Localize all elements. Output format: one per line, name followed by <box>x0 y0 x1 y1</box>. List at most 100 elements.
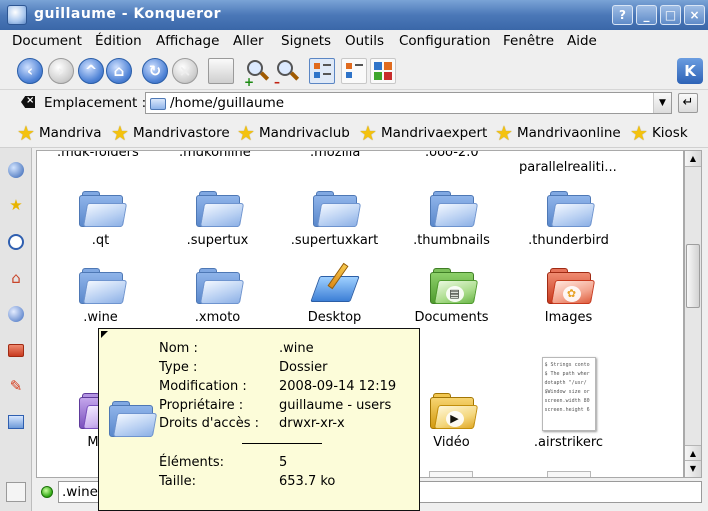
file-item-partial[interactable]: .mdk-folders <box>57 151 139 160</box>
file-item[interactable]: $ Strings conto $ The path wher dotapth … <box>510 357 627 450</box>
tooltip-value: .wine <box>279 341 314 356</box>
web-browser-icon[interactable] <box>4 158 28 182</box>
back-arrow-icon[interactable]: ‹ <box>17 58 43 84</box>
file-item-label: .thumbnails <box>413 233 490 248</box>
tooltip-value: 2008-09-14 12:19 <box>279 379 397 394</box>
tooltip-value: Dossier <box>279 360 328 375</box>
vertical-scrollbar[interactable]: ▲ ▲ ▼ <box>684 150 702 478</box>
file-item[interactable]: .thumbnails <box>393 185 510 248</box>
tooltip-key: Modification : <box>159 379 247 394</box>
file-item-partial[interactable] <box>547 471 591 477</box>
menu-aller[interactable]: Aller <box>233 33 264 49</box>
file-item-partial[interactable] <box>429 471 473 477</box>
file-item[interactable]: .xmoto <box>159 262 276 325</box>
stop-icon[interactable]: × <box>172 58 198 84</box>
bookmark-mandrivaonline[interactable]: ★ Mandrivaonline <box>495 122 621 144</box>
star-icon: ★ <box>237 121 255 145</box>
maximize-button[interactable]: □ <box>660 5 681 25</box>
folder-icon <box>428 185 478 231</box>
media-folder-icon[interactable] <box>4 338 28 362</box>
konqueror-app-icon[interactable] <box>7 5 27 25</box>
reload-icon[interactable]: ↻ <box>142 58 168 84</box>
zoom-in-icon[interactable]: + <box>244 58 270 89</box>
desktop-icon <box>309 262 360 308</box>
menu-document[interactable]: Document <box>12 33 82 49</box>
file-item[interactable]: ✿ Images <box>510 262 627 325</box>
bookmark-mandriva[interactable]: ★ Mandriva <box>17 122 102 144</box>
zoom-out-icon[interactable]: – <box>274 58 300 89</box>
icon-view-icon[interactable] <box>309 58 335 84</box>
bookmark-mandrivastore[interactable]: ★ Mandrivastore <box>111 122 230 144</box>
services-icon[interactable] <box>4 410 28 434</box>
chevron-down-icon[interactable]: ▼ <box>653 93 671 113</box>
print-icon[interactable] <box>208 58 234 84</box>
menu-signets[interactable]: Signets <box>281 33 331 49</box>
history-clock-icon[interactable] <box>4 230 28 254</box>
folder-icon <box>150 96 166 110</box>
help-window-button[interactable]: ? <box>612 5 633 25</box>
location-label: Emplacement : <box>44 95 147 111</box>
tooltip-value: drwxr-xr-x <box>279 416 345 431</box>
star-icon: ★ <box>17 121 35 145</box>
up-arrow-icon[interactable]: ^ <box>78 58 104 84</box>
file-item-partial[interactable]: .ooo-2.0 <box>425 151 479 160</box>
file-preview-line: dotapth "/usr/ <box>544 380 587 386</box>
folder-video-icon: ▶ <box>428 387 478 433</box>
bookmark-mandrivaclub[interactable]: ★ Mandrivaclub <box>237 122 350 144</box>
file-item-label: .xmoto <box>194 310 241 325</box>
bookmark-mandrivaexpert[interactable]: ★ Mandrivaexpert <box>359 122 487 144</box>
menu-edition[interactable]: Édition <box>95 33 142 49</box>
home-folder-icon[interactable]: ⌂ <box>4 266 28 290</box>
tooltip-key: Nom : <box>159 341 198 356</box>
file-item[interactable]: .supertux <box>159 185 276 248</box>
file-item[interactable]: Desktop <box>276 262 393 325</box>
scroll-down-icon[interactable]: ▼ <box>685 461 701 477</box>
pin-icon[interactable]: ✎ <box>4 374 28 398</box>
scroll-up-icon[interactable]: ▲ <box>685 445 701 461</box>
scrollbar-thumb[interactable] <box>686 244 700 308</box>
bookmark-label: Mandrivaonline <box>516 125 621 141</box>
folder-icon <box>194 262 244 308</box>
multi-column-view-icon[interactable] <box>370 58 396 84</box>
file-item-label: .supertuxkart <box>290 233 379 248</box>
menu-affichage[interactable]: Affichage <box>156 33 219 49</box>
file-item[interactable]: .qt <box>42 185 159 248</box>
close-window-button[interactable]: × <box>684 5 705 25</box>
scroll-up-icon[interactable]: ▲ <box>685 151 701 167</box>
tooltip-key: Propriétaire : <box>159 398 244 413</box>
forward-arrow-icon[interactable]: › <box>48 58 74 84</box>
menu-configuration[interactable]: Configuration <box>399 33 491 49</box>
detailed-view-icon[interactable] <box>341 58 367 84</box>
file-item-label: .airstrikerc <box>533 435 604 450</box>
file-item[interactable]: .wine <box>42 262 159 325</box>
clear-location-icon[interactable]: × <box>21 95 37 110</box>
network-icon[interactable] <box>4 302 28 326</box>
menu-bar: Document Édition Affichage Aller Signets… <box>0 30 708 52</box>
menu-fenetre[interactable]: Fenêtre <box>503 33 554 49</box>
file-item-partial[interactable]: .mozilla <box>310 151 360 160</box>
file-item[interactable]: .supertuxkart <box>276 185 393 248</box>
file-item-partial[interactable]: .mdkonline <box>179 151 251 160</box>
go-icon[interactable]: ↵ <box>678 93 698 113</box>
location-input[interactable]: /home/guillaume ▼ <box>145 92 672 114</box>
kde-logo-icon: K <box>677 58 703 84</box>
file-item-label: Desktop <box>307 310 362 325</box>
status-text: .wine/ <box>62 484 103 500</box>
menu-aide[interactable]: Aide <box>567 33 597 49</box>
file-item[interactable]: ▤ Documents <box>393 262 510 325</box>
menu-outils[interactable]: Outils <box>345 33 384 49</box>
file-item[interactable]: .thunderbird <box>510 185 627 248</box>
bookmarks-star-icon[interactable]: ★ <box>4 193 28 217</box>
bookmark-label: Mandrivaclub <box>258 125 350 141</box>
tooltip-value: guillaume - users <box>279 398 392 413</box>
star-icon: ★ <box>495 121 513 145</box>
file-item-label[interactable]: parallelrealiti... <box>519 160 617 175</box>
home-icon[interactable]: ⌂ <box>106 58 132 84</box>
folder-icon <box>77 262 127 308</box>
folder-icon <box>77 185 127 231</box>
tooltip-key: Droits d'accès : <box>159 416 260 431</box>
panel-toggle-button[interactable] <box>6 482 26 502</box>
bookmark-kiosk[interactable]: ★ Kiosk <box>630 122 688 144</box>
minimize-button[interactable]: _ <box>636 5 657 25</box>
folder-icon <box>545 185 595 231</box>
